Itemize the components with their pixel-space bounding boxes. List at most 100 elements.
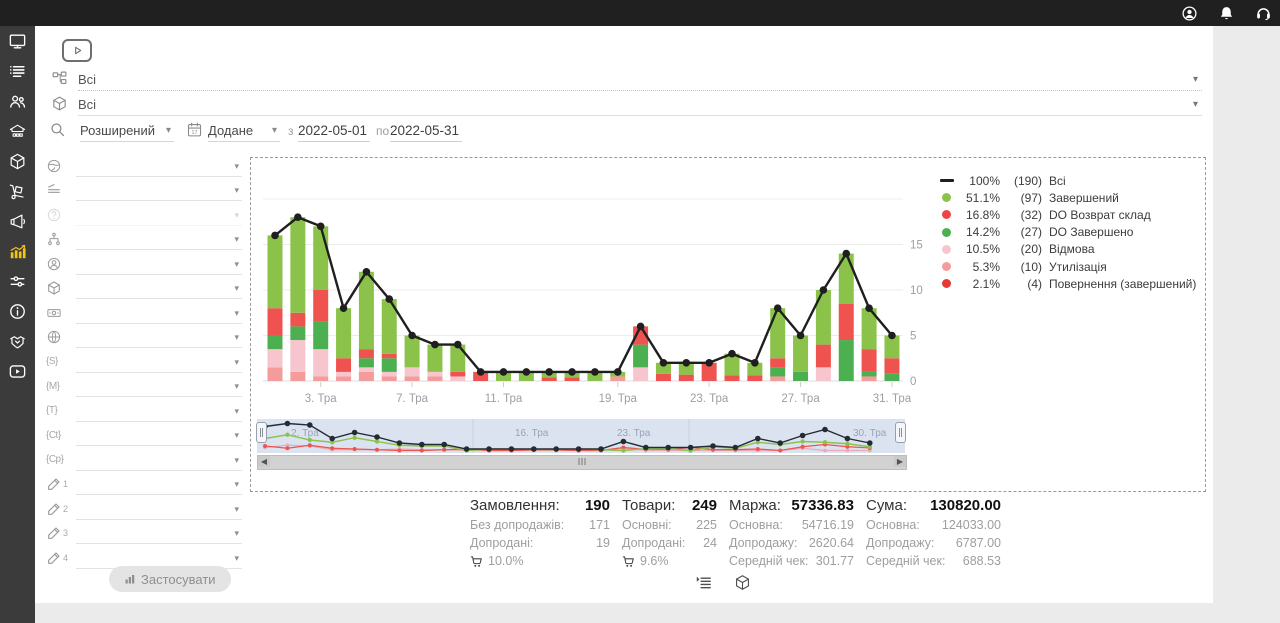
product-select[interactable]: Всі ▾	[78, 93, 1202, 116]
cart-icon	[470, 555, 483, 568]
sidebar-item-partners[interactable]	[0, 326, 35, 356]
sidebar-item-warehouse[interactable]	[0, 116, 35, 146]
filter-row: {Cp} ▾	[46, 446, 242, 471]
account-icon[interactable]	[1181, 5, 1198, 22]
filter-row: {M}▾	[46, 373, 242, 398]
sidebar-item-dashboard[interactable]	[0, 26, 35, 56]
legend-item[interactable]: 14.2%(27)DO Завершено	[939, 224, 1201, 241]
filter-select[interactable]: ▾	[76, 230, 242, 250]
filter-select[interactable]: ▾	[76, 524, 242, 544]
scroll-left-arrow-icon[interactable]: ◀	[258, 456, 270, 467]
filter-select[interactable]: ▾	[76, 377, 242, 397]
legend-label: DO Возврат склад	[1049, 208, 1151, 222]
filter-select[interactable]: ▾	[76, 206, 242, 226]
apply-button[interactable]: Застосувати	[109, 566, 231, 592]
filter-select[interactable]: ▾	[76, 500, 242, 520]
apply-button-label: Застосувати	[141, 572, 216, 587]
date-from-input[interactable]: 2022-05-01	[298, 119, 370, 142]
chevron-down-icon: ▾	[234, 357, 242, 368]
legend-item[interactable]: 5.3%(10)Утилізація	[939, 258, 1201, 275]
shipping-icon	[8, 182, 27, 201]
navigator-left-handle[interactable]	[256, 422, 267, 443]
svg-text:19. Тра: 19. Тра	[599, 393, 638, 405]
legend-dot-marker	[939, 262, 954, 271]
sidebar-item-settings[interactable]	[0, 266, 35, 296]
date-field-select[interactable]: Додане ▾	[208, 119, 280, 142]
scrollbar-grip[interactable]	[579, 458, 586, 465]
marketing-icon	[8, 212, 27, 231]
sidebar-item-clients[interactable]	[0, 86, 35, 116]
date-to-label: по	[376, 124, 389, 138]
navigator-tick-label: 2. Тра	[291, 428, 319, 439]
support-icon[interactable]	[1255, 5, 1272, 22]
filter-select[interactable]: ▾	[76, 328, 242, 348]
legend-item[interactable]: 51.1%(97)Завершений	[939, 189, 1201, 206]
date-to-input[interactable]: 2022-05-31	[390, 119, 462, 142]
legend-item[interactable]: 16.8%(32)DO Возврат склад	[939, 206, 1201, 223]
legend-item[interactable]: 10.5%(20)Відмова	[939, 241, 1201, 258]
date-from-label: з	[288, 124, 294, 138]
stat-title: Сума:130820.00	[866, 497, 1001, 514]
filter-select[interactable]: ▾	[76, 353, 242, 373]
filter-row: ▾	[46, 250, 242, 275]
sidebar-item-statistics[interactable]	[0, 236, 35, 266]
product-select-value: Всі	[78, 97, 96, 112]
stat-row: Допродані:19	[470, 536, 610, 550]
filter-row: ▾	[46, 152, 242, 177]
category-select[interactable]: Всі ▾	[78, 68, 1202, 91]
legend-count: (4)	[1004, 277, 1042, 291]
sidebar-item-marketing[interactable]	[0, 206, 35, 236]
brace-cp-icon: {Cp}	[46, 450, 68, 470]
filter-select[interactable]: ▾	[76, 402, 242, 422]
filter-select[interactable]: ▾	[76, 304, 242, 324]
chart-panel: 0510153. Тра7. Тра11. Тра19. Тра23. Тра2…	[250, 157, 1206, 492]
chevron-down-icon: ▾	[234, 528, 242, 539]
list-toggle-icon[interactable]	[694, 573, 713, 592]
navigator-scrollbar[interactable]: ◀ ▶	[257, 455, 907, 470]
sidebar-item-video[interactable]	[0, 356, 35, 386]
search-mode-select[interactable]: Розширений ▾	[80, 119, 174, 142]
svg-text:31. Тра: 31. Тра	[873, 393, 912, 405]
filter-select[interactable]: ▾	[76, 426, 242, 446]
filter-row: 3▾	[46, 520, 242, 545]
warehouse-icon	[8, 122, 27, 141]
app-logo[interactable]	[9, 2, 35, 24]
sidebar-item-orders[interactable]	[0, 56, 35, 86]
filter-select[interactable]: ▾	[76, 475, 242, 495]
svg-text:23. Тра: 23. Тра	[690, 393, 729, 405]
filter-select[interactable]: ▾	[76, 255, 242, 275]
legend-percent: 10.5%	[956, 242, 1000, 256]
legend-label: Повернення (завершений)	[1049, 277, 1196, 291]
tutorial-video-button[interactable]	[62, 39, 92, 62]
sidebar-item-info[interactable]	[0, 296, 35, 326]
navigator-right-handle[interactable]	[895, 422, 906, 443]
legend-dot-marker	[939, 279, 954, 288]
filter-row: 2▾	[46, 495, 242, 520]
chevron-down-icon: ▾	[234, 479, 242, 490]
sidebar-item-shipping[interactable]	[0, 176, 35, 206]
legend-item[interactable]: 100%(190)Всі	[939, 172, 1201, 189]
legend-dot-marker	[939, 228, 954, 237]
chart-navigator: 2. Тра16. Тра23. Тра30. Тра ◀ ▶	[257, 419, 905, 470]
package-icon	[51, 95, 68, 112]
logo-triangle-icon	[9, 2, 35, 24]
legend-item[interactable]: 2.1%(4)Повернення (завершений)	[939, 275, 1201, 292]
main-chart[interactable]: 0510153. Тра7. Тра11. Тра19. Тра23. Тра2…	[255, 161, 955, 409]
box-toggle-icon[interactable]	[733, 573, 752, 592]
filter-select[interactable]: ▾	[76, 451, 242, 471]
filter-select[interactable]: ▾	[76, 279, 242, 299]
filter-row: ▾	[46, 299, 242, 324]
notifications-icon[interactable]	[1218, 5, 1235, 22]
legend-percent: 5.3%	[956, 260, 1000, 274]
scroll-right-arrow-icon[interactable]: ▶	[894, 456, 906, 467]
sidebar-item-products[interactable]	[0, 146, 35, 176]
stat-title: Маржа:57336.83	[729, 497, 854, 514]
filter-select[interactable]: ▾	[76, 157, 242, 177]
filter-row: 4▾	[46, 544, 242, 569]
legend-label: Відмова	[1049, 242, 1095, 256]
filter-select[interactable]: ▾	[76, 181, 242, 201]
legend-count: (32)	[1004, 208, 1042, 222]
outdent-icon	[46, 180, 68, 200]
navigator-plot[interactable]: 2. Тра16. Тра23. Тра30. Тра	[257, 419, 905, 453]
pencil-icon: 3	[46, 523, 68, 543]
